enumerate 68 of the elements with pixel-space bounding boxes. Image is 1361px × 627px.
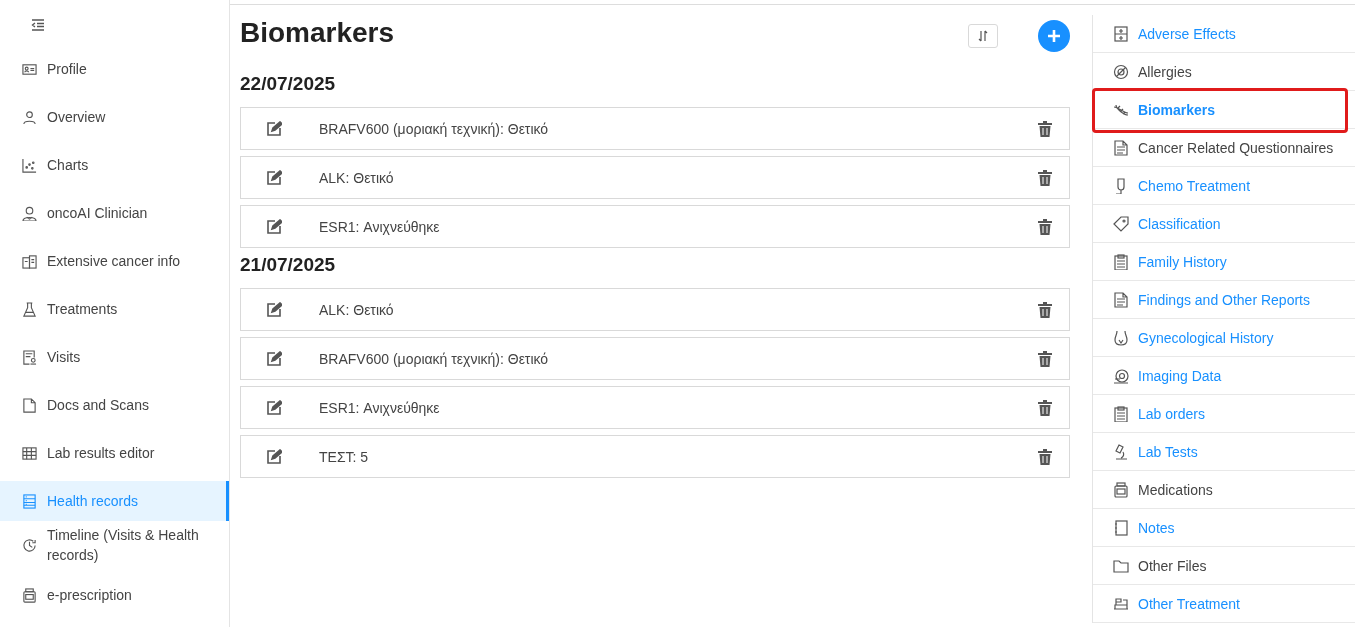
date-heading: 21/07/2025 — [240, 254, 337, 276]
biomarker-text: ESR1: Ανιχνεύθηκε — [319, 218, 441, 235]
jar-icon — [1113, 481, 1129, 498]
sidebar-item[interactable]: Overview — [0, 97, 229, 137]
edit-icon[interactable] — [266, 301, 282, 318]
delete-icon[interactable] — [1038, 350, 1052, 367]
edit-icon[interactable] — [266, 350, 282, 367]
delete-icon[interactable] — [1038, 169, 1052, 186]
document-icon — [1113, 139, 1129, 156]
notebook-icon — [1113, 519, 1129, 536]
menu-icon[interactable] — [31, 18, 45, 32]
clock-icon — [22, 537, 37, 553]
category-item[interactable]: Medications — [1093, 471, 1355, 509]
category-item[interactable]: Other Files — [1093, 547, 1355, 585]
category-item[interactable]: Cancer Related Questionnaires — [1093, 129, 1355, 167]
first-aid-icon — [1113, 25, 1129, 42]
sidebar-item[interactable]: Timeline (Visits & Health records) — [0, 523, 229, 567]
biomarker-text: ΤΕΣΤ: 5 — [319, 448, 370, 465]
sidebar-item[interactable]: Charts — [0, 145, 229, 185]
delete-icon[interactable] — [1038, 120, 1052, 137]
category-item[interactable]: Allergies — [1093, 53, 1355, 91]
sidebar-item[interactable]: e-prescription — [0, 575, 229, 615]
person-icon — [22, 109, 37, 125]
delete-icon[interactable] — [1038, 218, 1052, 235]
biomarker-text: ALK: Θετικό — [319, 169, 395, 186]
edit-icon[interactable] — [266, 169, 282, 186]
form-icon — [22, 349, 37, 365]
sort-button[interactable] — [968, 24, 998, 48]
edit-icon[interactable] — [266, 399, 282, 416]
jar-icon — [22, 587, 37, 603]
delete-icon[interactable] — [1038, 301, 1052, 318]
page-title: Biomarkers — [240, 17, 396, 49]
ban-icon — [1113, 63, 1129, 80]
biomarker-text: BRAFV600 (μοριακή τεχνική): Θετικό — [319, 350, 550, 367]
document-icon — [1113, 291, 1129, 308]
doctor-icon — [22, 205, 37, 221]
sidebar-item[interactable]: Profile — [0, 49, 229, 89]
folder-icon — [1113, 557, 1129, 574]
tag-icon — [1113, 215, 1129, 232]
clipboard-icon — [1113, 405, 1129, 422]
scatter-chart-icon — [22, 157, 37, 173]
clipboard-icon — [22, 253, 37, 269]
date-heading: 22/07/2025 — [240, 73, 337, 95]
add-button[interactable] — [1038, 20, 1070, 52]
sidebar-item[interactable]: Treatments — [0, 289, 229, 329]
delete-icon[interactable] — [1038, 399, 1052, 416]
sidebar-item[interactable]: oncoAI Clinician — [0, 193, 229, 233]
id-card-icon — [22, 61, 37, 77]
sidebar-item[interactable]: Extensive cancer info — [0, 241, 229, 281]
biomarker-text: ALK: Θετικό — [319, 301, 395, 318]
list-icon — [22, 493, 37, 509]
sidebar-item[interactable]: Visits — [0, 337, 229, 377]
biomarker-text: ESR1: Ανιχνεύθηκε — [319, 399, 441, 416]
delete-icon[interactable] — [1038, 448, 1052, 465]
flask-icon — [22, 301, 37, 317]
edit-icon[interactable] — [266, 120, 282, 137]
microscope-icon — [1113, 443, 1129, 460]
sidebar-item[interactable]: Docs and Scans — [0, 385, 229, 425]
edit-icon[interactable] — [266, 218, 282, 235]
biomarker-text: BRAFV600 (μοριακή τεχνική): Θετικό — [319, 120, 550, 137]
clipboard-icon — [1113, 253, 1129, 270]
plus-icon — [1047, 29, 1061, 43]
sidebar-item[interactable]: Lab results editor — [0, 433, 229, 473]
sort-icon — [977, 30, 989, 42]
edit-icon[interactable] — [266, 448, 282, 465]
table-icon — [22, 445, 37, 461]
file-icon — [22, 397, 37, 413]
scanner-icon — [1113, 367, 1129, 384]
